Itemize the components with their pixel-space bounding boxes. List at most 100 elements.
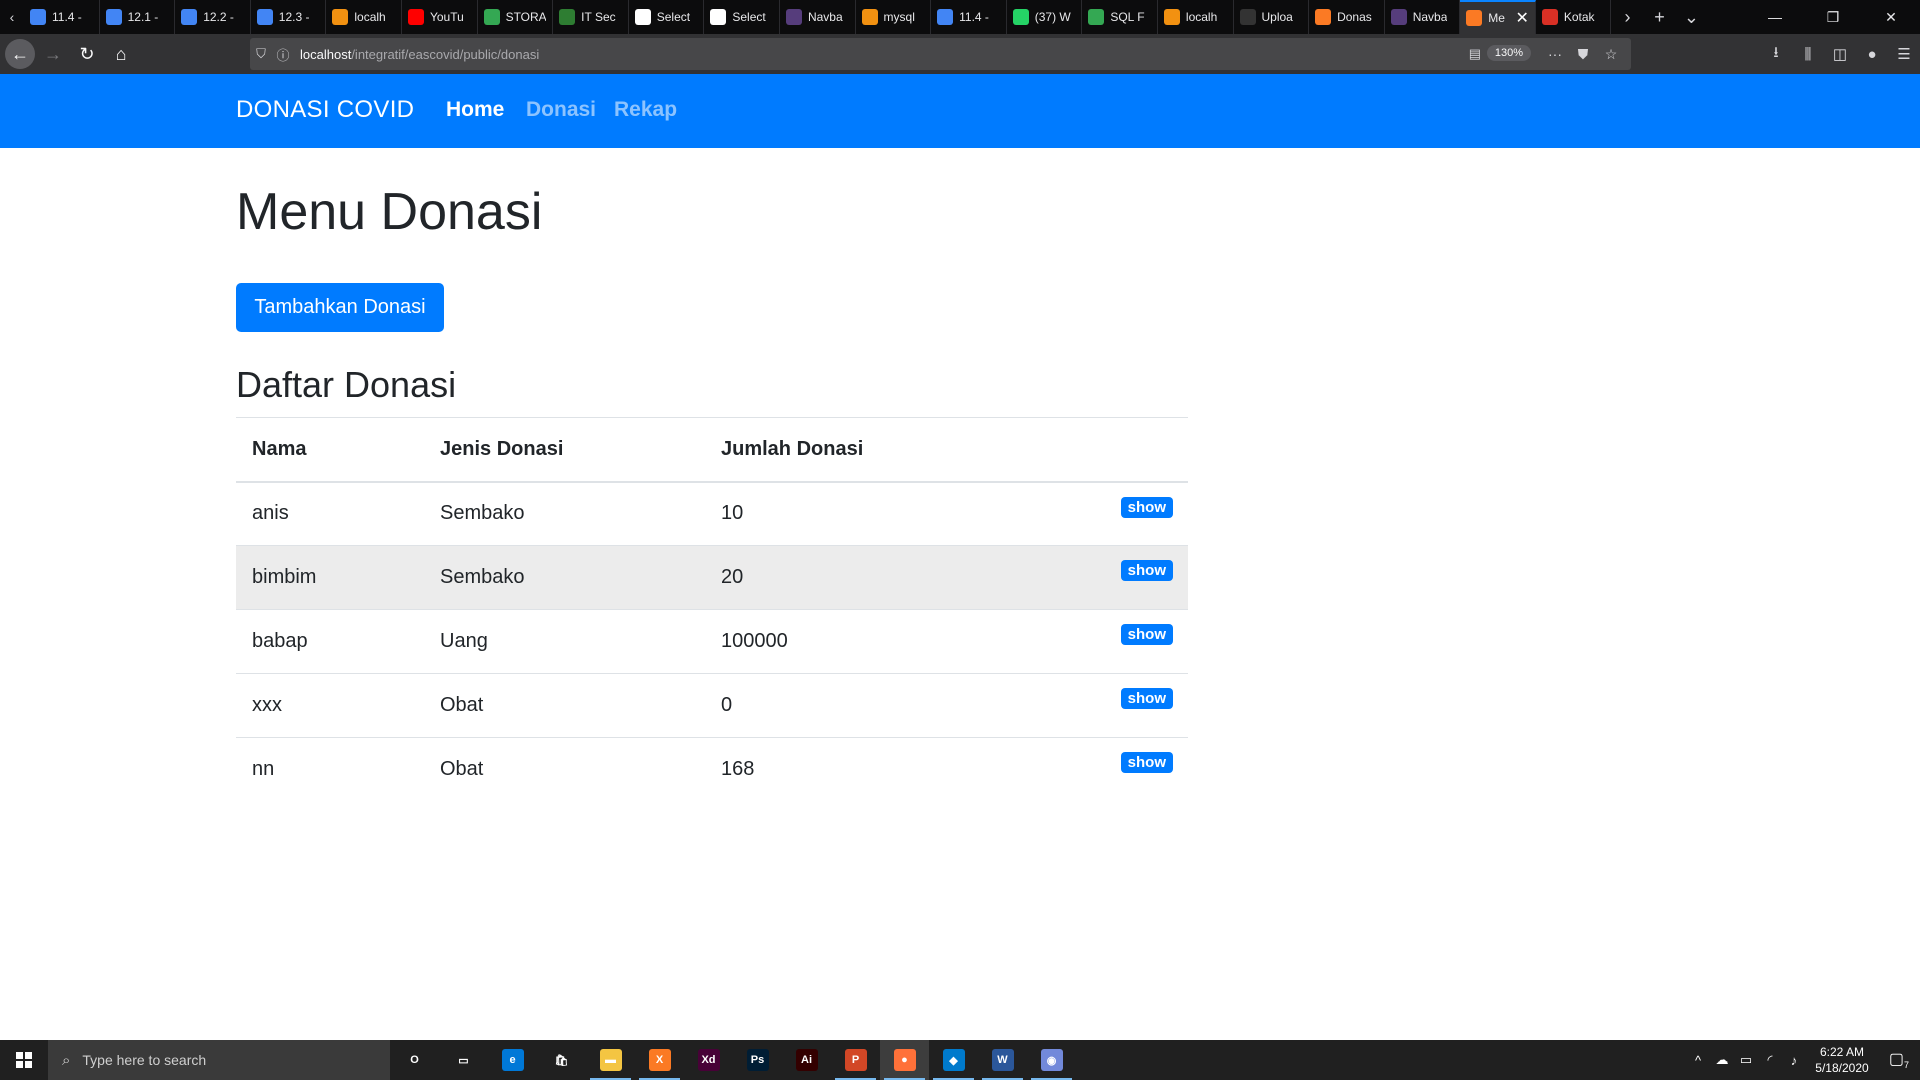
home-icon[interactable]: ⌂	[105, 38, 137, 70]
system-tray: ^ ☁ ▭ ◜ ♪ 6:22 AM 5/18/2020 ▢7	[1686, 1040, 1920, 1080]
url-text[interactable]: localhost/integratif/eascovid/public/don…	[300, 47, 539, 62]
taskbar-app-button[interactable]: 🛍	[537, 1040, 586, 1080]
tracking-shield-icon[interactable]: ⛉	[250, 38, 272, 70]
sql-icon	[1088, 9, 1105, 25]
downloads-icon[interactable]: ⭳	[1760, 42, 1792, 67]
action-center-icon[interactable]: ▢7	[1878, 1049, 1920, 1070]
wifi-icon[interactable]: ◜	[1758, 1052, 1782, 1068]
add-donation-button[interactable]: Tambahkan Donasi	[236, 283, 444, 332]
taskbar-app-button[interactable]: e	[488, 1040, 537, 1080]
nav-link-home[interactable]: Home	[446, 98, 504, 122]
taskbar-app-button[interactable]: ▭	[439, 1040, 488, 1080]
table-row: babap Uang 100000 show	[236, 609, 1188, 674]
tab-label: 11.4 -	[52, 10, 82, 24]
browser-tab[interactable]: Kotak	[1536, 0, 1612, 34]
taskbar-app-button[interactable]: ●	[880, 1040, 929, 1080]
show-button[interactable]: show	[1120, 688, 1173, 709]
menu-icon[interactable]: ☰	[1888, 45, 1920, 63]
browser-tab[interactable]: 11.4 -	[24, 0, 100, 34]
taskbar-app-button[interactable]: ◉	[1027, 1040, 1076, 1080]
bookmark-star-icon[interactable]: ☆	[1597, 46, 1625, 63]
tab-label: localh	[354, 10, 386, 24]
show-button[interactable]: show	[1120, 560, 1173, 581]
browser-tab[interactable]: localh	[1158, 0, 1234, 34]
browser-tab[interactable]: 12.2 -	[175, 0, 251, 34]
browser-tab[interactable]: Donas	[1309, 0, 1385, 34]
column-header-actions	[1005, 417, 1188, 483]
cell-nama: babap	[236, 609, 424, 674]
taskbar-search-box[interactable]: ⌕ Type here to search	[48, 1040, 390, 1080]
tab-label: Uploa	[1261, 10, 1293, 24]
browser-tab[interactable]: Me ✕	[1460, 0, 1536, 34]
taskbar-app-button[interactable]: ◆	[929, 1040, 978, 1080]
restore-icon[interactable]: ❐	[1804, 0, 1862, 34]
nav-link-rekap[interactable]: Rekap	[614, 98, 677, 122]
shield-icon	[559, 9, 576, 25]
browser-tab[interactable]: localh	[326, 0, 402, 34]
library-icon[interactable]: ⫼	[1792, 46, 1824, 63]
taskbar-app-button[interactable]: Ps	[733, 1040, 782, 1080]
browser-tab[interactable]: YouTu	[402, 0, 478, 34]
tab-label: localh	[1185, 10, 1218, 24]
browser-tab[interactable]: 12.1 -	[100, 0, 176, 34]
reload-icon[interactable]: ↻	[71, 38, 103, 70]
search-icon: ⌕	[62, 1051, 71, 1069]
browser-tab[interactable]: Select	[629, 0, 705, 34]
volume-icon[interactable]: ♪	[1782, 1053, 1806, 1068]
browser-tab[interactable]: 11.4 -	[931, 0, 1007, 34]
url-bar[interactable]: ⛉ ⓘ localhost/integratif/eascovid/public…	[250, 38, 1631, 70]
browser-tab[interactable]: SQL F	[1082, 0, 1158, 34]
taskbar-app-button[interactable]: Xd	[684, 1040, 733, 1080]
back-icon[interactable]: ←	[5, 39, 35, 69]
taskbar-app-button[interactable]: W	[978, 1040, 1027, 1080]
browser-tab[interactable]: 12.3 -	[251, 0, 327, 34]
browser-navigation-bar: ← → ↻ ⌂ ⛉ ⓘ localhost/integratif/eascovi…	[0, 34, 1920, 74]
pocket-icon[interactable]: ⛊	[1569, 46, 1597, 63]
page-actions-icon[interactable]: ···	[1541, 46, 1569, 62]
tab-scroll-right-icon[interactable]: ›	[1611, 0, 1643, 34]
cell-jenis-donasi: Obat	[424, 673, 705, 738]
show-hidden-icons-icon[interactable]: ^	[1686, 1053, 1710, 1068]
cell-nama: bimbim	[236, 545, 424, 610]
browser-tab[interactable]: mysql	[856, 0, 932, 34]
minimize-icon[interactable]: —	[1746, 0, 1804, 34]
site-navbar: DONASI COVID Home Donasi Rekap	[0, 74, 1920, 148]
site-info-icon[interactable]: ⓘ	[272, 38, 294, 70]
show-button[interactable]: show	[1120, 496, 1173, 518]
taskbar-app-button[interactable]: Ai	[782, 1040, 831, 1080]
onedrive-icon[interactable]: ☁	[1710, 1052, 1734, 1068]
reader-view-icon[interactable]: ▤	[1469, 46, 1481, 62]
browser-tab[interactable]: Navba	[780, 0, 856, 34]
file-explorer-icon: ▬	[599, 1049, 622, 1071]
browser-tab[interactable]: Uploa	[1234, 0, 1310, 34]
browser-tab[interactable]: STORA	[478, 0, 554, 34]
zoom-level-badge[interactable]: 130%	[1486, 45, 1531, 61]
new-tab-icon[interactable]: +	[1643, 0, 1675, 34]
sidebar-icon[interactable]: ◫	[1824, 45, 1856, 63]
close-window-icon[interactable]: ✕	[1862, 0, 1920, 34]
browser-tab[interactable]: Navba	[1385, 0, 1461, 34]
tab-list-dropdown-icon[interactable]: ⌄	[1675, 0, 1707, 34]
browser-tab[interactable]: Select	[704, 0, 780, 34]
taskbar-app-button[interactable]: O	[390, 1040, 439, 1080]
taskbar-clock[interactable]: 6:22 AM 5/18/2020	[1806, 1044, 1878, 1076]
account-icon[interactable]: ●	[1856, 46, 1888, 63]
battery-icon[interactable]: ▭	[1734, 1052, 1758, 1068]
navbar-brand[interactable]: DONASI COVID	[236, 96, 414, 124]
browser-tab[interactable]: IT Sec	[553, 0, 629, 34]
taskbar-app-button[interactable]: X	[635, 1040, 684, 1080]
tab-scroll-left-icon[interactable]: ‹	[0, 0, 24, 34]
start-button[interactable]	[0, 1040, 48, 1080]
nav-link-donasi[interactable]: Donasi	[526, 98, 596, 122]
store-icon: 🛍	[554, 1054, 569, 1067]
forward-icon[interactable]: →	[37, 38, 69, 70]
show-button[interactable]: show	[1120, 624, 1173, 645]
taskbar-app-button[interactable]: P	[831, 1040, 880, 1080]
close-tab-icon[interactable]: ✕	[1515, 8, 1528, 28]
phpmyadmin-icon	[1163, 9, 1180, 25]
browser-tab[interactable]: (37) W	[1007, 0, 1083, 34]
taskbar-app-button[interactable]: ▬	[586, 1040, 635, 1080]
show-button[interactable]: show	[1120, 752, 1173, 773]
youtube-icon	[407, 9, 424, 25]
browser-tab-strip: ‹ 11.4 - 12.1 - 12.2 - 12.3 - localh YouTu STO…	[0, 0, 1920, 34]
